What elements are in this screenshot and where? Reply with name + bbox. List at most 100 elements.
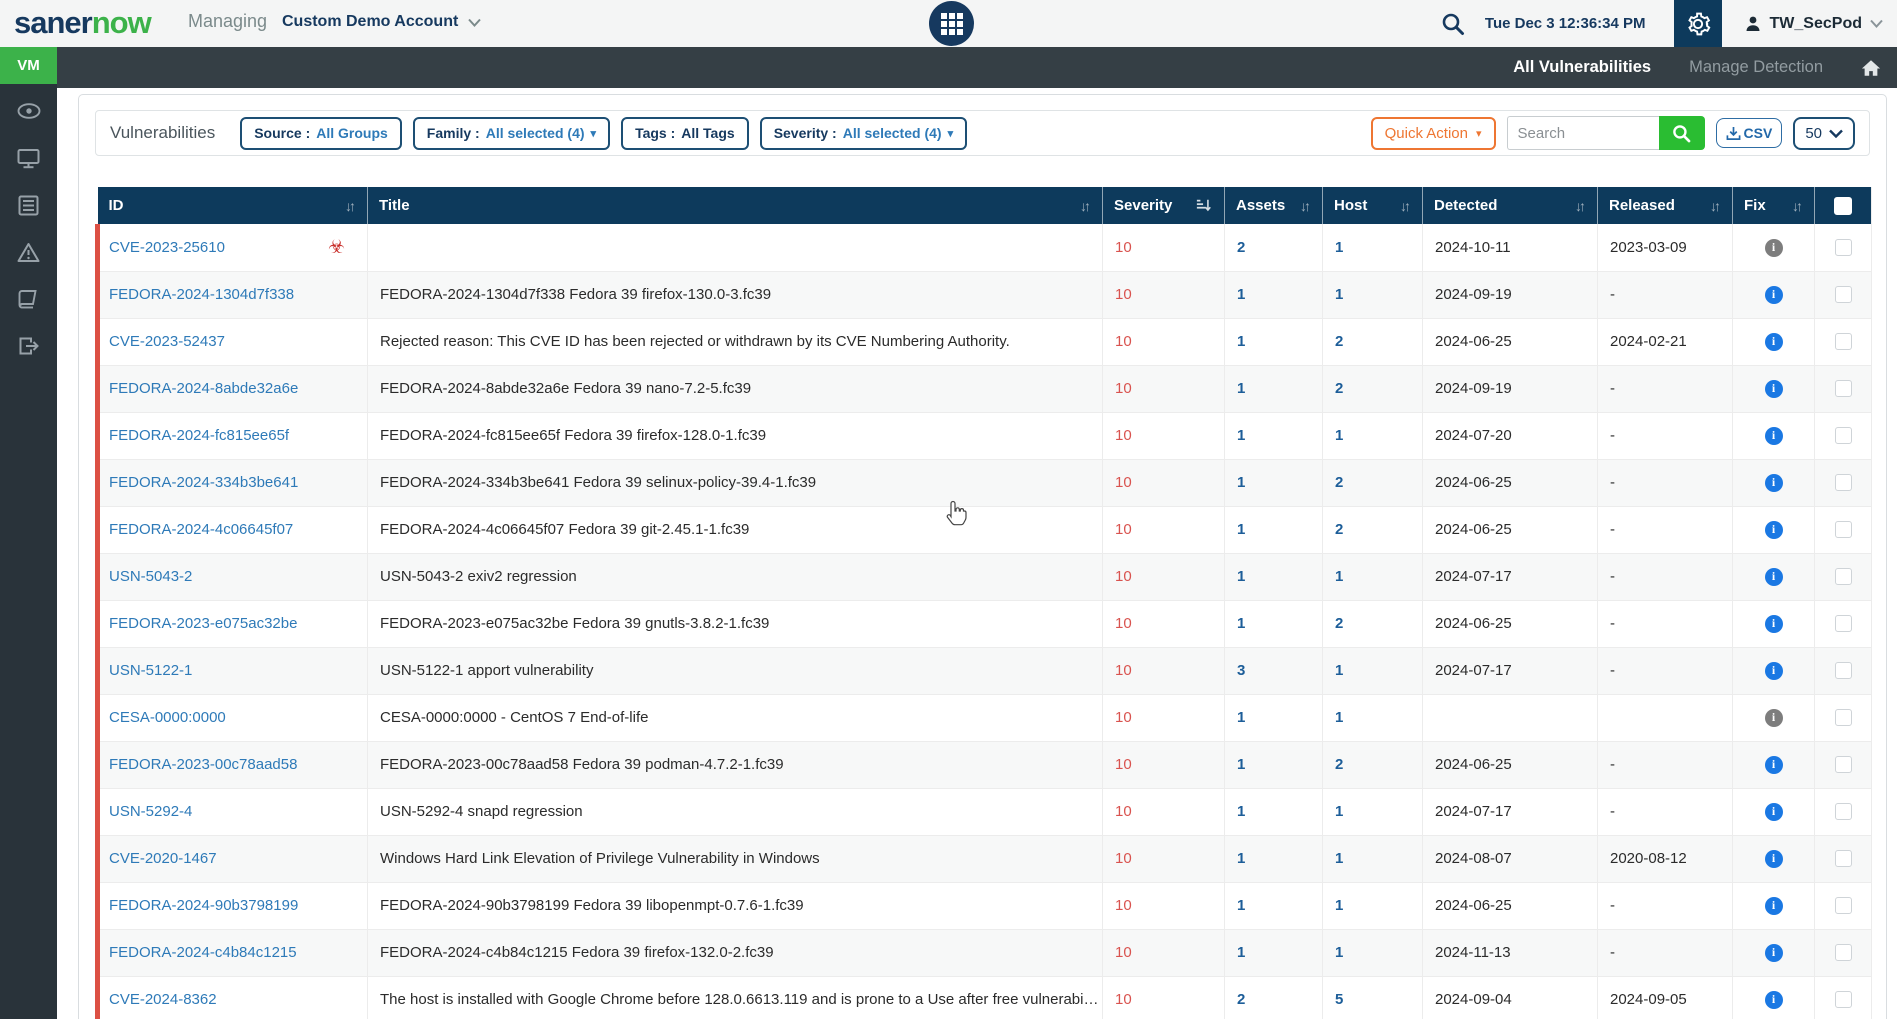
fix-info-icon[interactable]: i <box>1765 333 1783 351</box>
assets-count-link[interactable]: 1 <box>1237 568 1245 585</box>
vulnerability-id-link[interactable]: FEDORA-2024-c4b84c1215 <box>109 944 297 961</box>
fix-info-icon[interactable]: i <box>1765 427 1783 445</box>
assets-count-link[interactable]: 1 <box>1237 850 1245 867</box>
host-count-link[interactable]: 1 <box>1335 662 1343 679</box>
account-selector[interactable]: Custom Demo Account <box>282 13 481 31</box>
sort-icon[interactable]: ↓↑ <box>1792 198 1803 214</box>
vulnerability-id-link[interactable]: CVE-2020-1467 <box>109 850 217 867</box>
vulnerability-id-link[interactable]: FEDORA-2024-8abde32a6e <box>109 380 298 397</box>
assets-count-link[interactable]: 1 <box>1237 897 1245 914</box>
sort-desc-active-icon[interactable] <box>1196 198 1213 213</box>
vulnerability-id-link[interactable]: CVE-2023-52437 <box>109 333 225 350</box>
assets-count-link[interactable]: 1 <box>1237 944 1245 961</box>
host-count-link[interactable]: 1 <box>1335 709 1343 726</box>
vulnerability-id-link[interactable]: USN-5292-4 <box>109 803 192 820</box>
fix-info-icon[interactable]: i <box>1765 568 1783 586</box>
row-checkbox[interactable] <box>1835 662 1852 679</box>
sort-icon[interactable]: ↓↑ <box>1080 198 1091 214</box>
row-checkbox[interactable] <box>1835 568 1852 585</box>
sort-icon[interactable]: ↓↑ <box>1400 198 1411 214</box>
assets-count-link[interactable]: 1 <box>1237 333 1245 350</box>
host-count-link[interactable]: 1 <box>1335 850 1343 867</box>
fix-info-icon[interactable]: i <box>1765 991 1783 1009</box>
column-header-severity[interactable]: Severity <box>1103 187 1225 224</box>
assets-count-link[interactable]: 1 <box>1237 756 1245 773</box>
search-icon[interactable] <box>1441 12 1465 36</box>
vulnerability-id-link[interactable]: CVE-2024-8362 <box>109 991 217 1008</box>
vulnerability-id-link[interactable]: FEDORA-2023-00c78aad58 <box>109 756 297 773</box>
fix-info-icon[interactable]: i <box>1765 662 1783 680</box>
fix-info-icon[interactable]: i <box>1765 803 1783 821</box>
row-checkbox[interactable] <box>1835 427 1852 444</box>
vulnerability-id-link[interactable]: CVE-2023-25610 <box>109 239 225 256</box>
host-count-link[interactable]: 1 <box>1335 803 1343 820</box>
column-header-fix[interactable]: Fix↓↑ <box>1733 187 1815 224</box>
severity-filter-button[interactable]: Severity : All selected (4) ▾ <box>760 117 967 150</box>
host-count-link[interactable]: 2 <box>1335 521 1343 538</box>
column-header-id[interactable]: ID↓↑ <box>98 187 368 224</box>
report-icon[interactable] <box>17 194 41 216</box>
row-checkbox[interactable] <box>1835 803 1852 820</box>
fix-info-icon[interactable]: i <box>1765 756 1783 774</box>
vulnerability-id-link[interactable]: FEDORA-2024-1304d7f338 <box>109 286 294 303</box>
column-header-assets[interactable]: Assets↓↑ <box>1225 187 1323 224</box>
fix-info-icon[interactable]: i <box>1765 897 1783 915</box>
host-count-link[interactable]: 2 <box>1335 333 1343 350</box>
vulnerability-id-link[interactable]: FEDORA-2024-334b3be641 <box>109 474 298 491</box>
sidebar-vm-badge[interactable]: VM <box>0 47 57 84</box>
sort-icon[interactable]: ↓↑ <box>1300 198 1311 214</box>
host-count-link[interactable]: 5 <box>1335 991 1343 1008</box>
quick-action-button[interactable]: Quick Action ▾ <box>1371 117 1496 150</box>
host-count-link[interactable]: 1 <box>1335 897 1343 914</box>
host-count-link[interactable]: 2 <box>1335 380 1343 397</box>
tags-filter-button[interactable]: Tags : All Tags <box>621 117 749 150</box>
host-count-link[interactable]: 2 <box>1335 474 1343 491</box>
home-icon[interactable] <box>1861 59 1881 77</box>
assets-count-link[interactable]: 1 <box>1237 615 1245 632</box>
page-size-selector[interactable]: 50 <box>1793 117 1855 150</box>
settings-gear-icon[interactable] <box>1674 0 1722 47</box>
row-checkbox[interactable] <box>1835 709 1852 726</box>
select-all-column-header[interactable] <box>1815 187 1872 224</box>
column-header-host[interactable]: Host↓↑ <box>1323 187 1423 224</box>
host-count-link[interactable]: 1 <box>1335 944 1343 961</box>
apps-grid-icon[interactable] <box>929 1 974 46</box>
vulnerability-id-link[interactable]: FEDORA-2024-fc815ee65f <box>109 427 289 444</box>
monitor-icon[interactable] <box>17 147 41 169</box>
assets-count-link[interactable]: 1 <box>1237 427 1245 444</box>
row-checkbox[interactable] <box>1835 944 1852 961</box>
fix-info-icon[interactable]: i <box>1765 474 1783 492</box>
row-checkbox[interactable] <box>1835 521 1852 538</box>
row-checkbox[interactable] <box>1835 850 1852 867</box>
assets-count-link[interactable]: 1 <box>1237 474 1245 491</box>
host-count-link[interactable]: 1 <box>1335 286 1343 303</box>
column-header-detected[interactable]: Detected↓↑ <box>1423 187 1598 224</box>
row-checkbox[interactable] <box>1835 897 1852 914</box>
search-input[interactable] <box>1507 116 1659 150</box>
row-checkbox[interactable] <box>1835 474 1852 491</box>
book-icon[interactable] <box>17 288 41 310</box>
assets-count-link[interactable]: 2 <box>1237 991 1245 1008</box>
vulnerability-id-link[interactable]: USN-5043-2 <box>109 568 192 585</box>
assets-count-link[interactable]: 3 <box>1237 662 1245 679</box>
app-logo[interactable]: sanernow <box>14 5 151 41</box>
assets-count-link[interactable]: 1 <box>1237 803 1245 820</box>
select-all-checkbox[interactable] <box>1834 197 1852 215</box>
assets-count-link[interactable]: 1 <box>1237 380 1245 397</box>
fix-info-icon[interactable]: i <box>1765 239 1783 257</box>
row-checkbox[interactable] <box>1835 239 1852 256</box>
row-checkbox[interactable] <box>1835 286 1852 303</box>
fix-info-icon[interactable]: i <box>1765 850 1783 868</box>
row-checkbox[interactable] <box>1835 756 1852 773</box>
fix-info-icon[interactable]: i <box>1765 521 1783 539</box>
host-count-link[interactable]: 2 <box>1335 615 1343 632</box>
host-count-link[interactable]: 1 <box>1335 568 1343 585</box>
host-count-link[interactable]: 2 <box>1335 756 1343 773</box>
fix-info-icon[interactable]: i <box>1765 944 1783 962</box>
host-count-link[interactable]: 1 <box>1335 427 1343 444</box>
search-submit-button[interactable] <box>1659 116 1705 150</box>
vulnerability-id-link[interactable]: FEDORA-2024-90b3798199 <box>109 897 298 914</box>
export-csv-button[interactable]: CSV <box>1716 118 1783 148</box>
row-checkbox[interactable] <box>1835 615 1852 632</box>
column-header-title[interactable]: Title↓↑ <box>368 187 1103 224</box>
